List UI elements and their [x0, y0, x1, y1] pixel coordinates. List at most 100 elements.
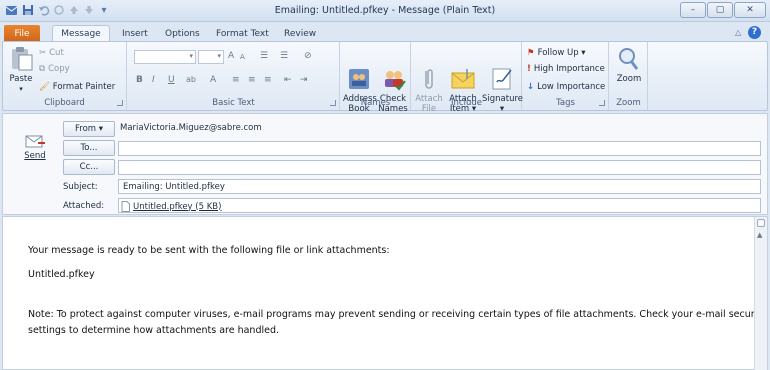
attachment-item[interactable]: Untitled.pfkey (5 KB)	[121, 201, 221, 212]
tags-group-label: Tags	[556, 98, 575, 108]
align-left-icon[interactable]: ≡	[232, 75, 240, 85]
cut-button[interactable]: ✂ Cut	[39, 48, 64, 58]
exclamation-icon: !	[527, 64, 531, 74]
chevron-down-icon: ▾	[19, 85, 23, 93]
send-button[interactable]: Send	[17, 134, 53, 164]
low-importance-button[interactable]: ↓ Low Importance	[527, 82, 605, 92]
font-size-combo[interactable]: ▾	[198, 50, 224, 64]
address-book-icon	[346, 56, 372, 89]
flag-icon: ⚑	[527, 48, 535, 58]
ribbon-tabs: File Message Insert Options Format Text …	[0, 22, 770, 42]
paste-icon	[8, 46, 34, 72]
bold-button[interactable]: B	[136, 75, 143, 85]
bullets-icon[interactable]: ☰	[260, 51, 268, 61]
tab-review[interactable]: Review	[276, 25, 324, 42]
clear-formatting-icon[interactable]: ⊘	[304, 51, 312, 61]
numbering-icon[interactable]: ☰	[280, 51, 288, 61]
basic-text-launcher-icon[interactable]	[330, 100, 336, 106]
maximize-button[interactable]: ▢	[707, 2, 733, 18]
tab-file[interactable]: File	[4, 25, 40, 42]
scroll-up-icon[interactable]: ▲	[757, 231, 762, 239]
font-color-button[interactable]: A	[210, 75, 216, 85]
paste-label: Paste	[9, 74, 33, 84]
send-label: Send	[24, 151, 46, 161]
include-group: Attach File Attach Item ▾ Signature ▾ In…	[412, 42, 523, 114]
magnifier-icon	[616, 46, 642, 72]
window-title: Emailing: Untitled.pfkey - Message (Plai…	[274, 5, 496, 16]
signature-icon	[489, 56, 515, 90]
underline-button[interactable]: U	[168, 75, 175, 85]
names-group-label: Names	[360, 98, 391, 108]
paperclip-icon	[416, 56, 442, 89]
close-icon: ✕	[746, 5, 754, 15]
decrease-indent-icon[interactable]: ⇤	[284, 75, 292, 85]
from-button[interactable]: From ▾	[63, 121, 115, 137]
basic-text-group: ▾ ▾ A A ☰ ☰ ⊘ B I U ab A ≡ ≡ ≡ ⇤ ⇥ Basic…	[128, 42, 340, 110]
tab-format-text[interactable]: Format Text	[208, 25, 277, 42]
scissors-icon: ✂	[39, 48, 47, 58]
zoom-group: Zoom Zoom	[610, 42, 648, 110]
align-center-icon[interactable]: ≡	[248, 75, 256, 85]
minimize-icon: –	[690, 5, 696, 15]
format-painter-icon: 🖌	[39, 82, 50, 92]
format-painter-button[interactable]: 🖌 Format Painter	[39, 82, 115, 92]
body-line: settings to determine how attachments ar…	[28, 325, 280, 336]
body-line: Note: To protect against computer viruse…	[28, 309, 767, 320]
subject-field[interactable]: Emailing: Untitled.pfkey	[118, 179, 761, 194]
cc-field[interactable]	[118, 160, 761, 175]
increase-indent-icon[interactable]: ⇥	[300, 75, 308, 85]
send-icon	[25, 135, 45, 148]
message-header: Send From ▾ MariaVictoria.Miguez@sabre.c…	[2, 113, 768, 215]
zoom-button[interactable]: Zoom	[612, 46, 646, 84]
italic-button[interactable]: I	[152, 75, 155, 85]
body-line: Untitled.pfkey	[28, 269, 95, 280]
cut-label: Cut	[49, 48, 64, 58]
low-importance-label: Low Importance	[537, 82, 606, 92]
vertical-scrollbar[interactable]: ▲	[754, 217, 767, 370]
shrink-font-button[interactable]: A	[240, 53, 245, 61]
help-icon[interactable]: ?	[748, 26, 761, 39]
envelope-icon	[450, 56, 476, 89]
message-body[interactable]: Your message is ready to be sent with th…	[2, 216, 768, 370]
names-group: Address Book Check Names Names	[341, 42, 411, 114]
zoom-label: Zoom	[616, 74, 642, 84]
ribbon: Paste ▾ ✂ Cut ⧉ Copy 🖌 Format Painter Clipb…	[2, 41, 768, 114]
close-button[interactable]: ✕	[734, 2, 766, 18]
clipboard-group-label: Clipboard	[44, 98, 85, 108]
font-name-combo[interactable]: ▾	[134, 50, 196, 64]
copy-button[interactable]: ⧉ Copy	[39, 64, 70, 74]
grow-font-button[interactable]: A	[228, 51, 234, 61]
format-painter-label: Format Painter	[52, 82, 116, 92]
to-button[interactable]: To...	[63, 140, 115, 156]
zoom-group-label: Zoom	[616, 98, 641, 108]
body-line: Your message is ready to be sent with th…	[28, 245, 390, 256]
tags-group: ⚑ Follow Up ▾ ! High Importance ↓ Low Impor…	[523, 42, 609, 110]
align-right-icon[interactable]: ≡	[264, 75, 272, 85]
ruler-toggle-icon[interactable]	[757, 219, 765, 227]
tab-message[interactable]: Message	[52, 25, 110, 42]
from-value: MariaVictoria.Miguez@sabre.com	[120, 123, 262, 133]
high-importance-button[interactable]: ! High Importance	[527, 64, 605, 74]
clipboard-group: Paste ▾ ✂ Cut ⧉ Copy 🖌 Format Painter Clipb…	[3, 42, 127, 110]
attached-label: Attached:	[63, 201, 105, 211]
follow-up-button[interactable]: ⚑ Follow Up ▾	[527, 48, 586, 58]
subject-label: Subject:	[63, 182, 98, 192]
include-group-label: Include	[451, 98, 482, 108]
tab-options[interactable]: Options	[157, 25, 208, 42]
attachment-name: Untitled.pfkey (5 KB)	[133, 201, 222, 212]
minimize-ribbon-icon[interactable]: △	[735, 28, 741, 37]
title-bar: ▾ Emailing: Untitled.pfkey - Message (Pl…	[0, 0, 770, 22]
tab-insert[interactable]: Insert	[114, 25, 156, 42]
tags-launcher-icon[interactable]	[599, 100, 605, 106]
to-field[interactable]	[118, 141, 761, 156]
minimize-button[interactable]: –	[680, 2, 706, 18]
paste-button[interactable]: Paste ▾	[7, 46, 35, 94]
maximize-icon: ▢	[715, 5, 725, 15]
clipboard-launcher-icon[interactable]	[117, 100, 123, 106]
cc-button[interactable]: Cc...	[63, 159, 115, 175]
check-names-icon	[380, 56, 406, 91]
highlight-button[interactable]: ab	[186, 75, 196, 84]
high-importance-label: High Importance	[533, 64, 605, 74]
down-arrow-icon: ↓	[527, 82, 535, 92]
copy-label: Copy	[48, 64, 70, 74]
